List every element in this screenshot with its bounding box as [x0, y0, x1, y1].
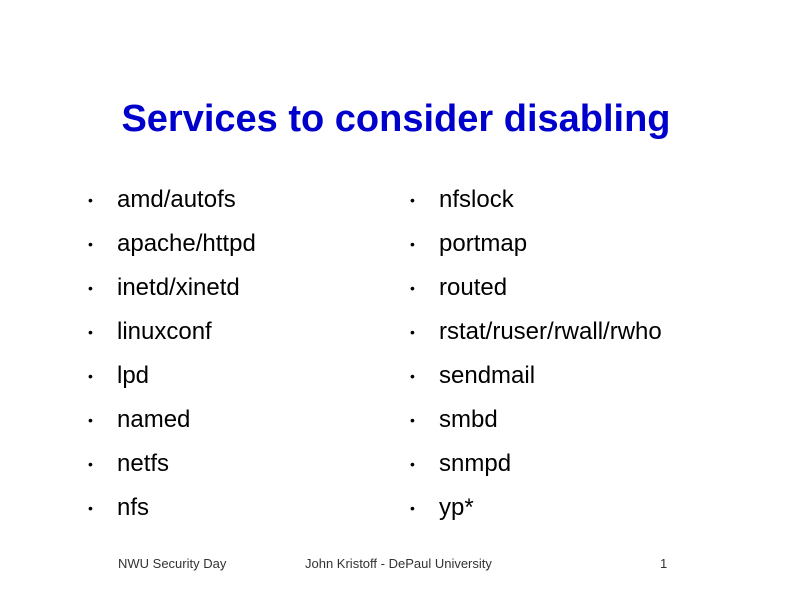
bullet-icon: • [410, 456, 415, 472]
bullet-icon: • [410, 192, 415, 208]
bullet-icon: • [88, 280, 93, 296]
bullet-icon: • [88, 412, 93, 428]
list-item: • apache/httpd [88, 222, 256, 266]
list-item: • amd/autofs [88, 178, 256, 222]
list-item: • nfs [88, 486, 256, 530]
slide-title: Services to consider disabling [121, 98, 671, 140]
bullet-icon: • [88, 236, 93, 252]
footer-page-number: 1 [660, 556, 668, 571]
bullet-icon: • [410, 280, 415, 296]
list-item: • nfslock [410, 178, 662, 222]
bullet-icon: • [88, 324, 93, 340]
footer-event-name: NWU Security Day [118, 556, 227, 571]
bullet-icon: • [410, 412, 415, 428]
list-item: • snmpd [410, 442, 662, 486]
bullet-icon: • [410, 236, 415, 252]
list-item: • portmap [410, 222, 662, 266]
bullet-icon: • [88, 368, 93, 384]
bullet-icon: • [88, 456, 93, 472]
footer-author: John Kristoff - DePaul University [305, 556, 492, 571]
bullet-icon: • [410, 368, 415, 384]
list-item: • smbd [410, 398, 662, 442]
list-item: • routed [410, 266, 662, 310]
bullet-icon: • [88, 500, 93, 516]
list-item: • named [88, 398, 256, 442]
bullet-icon: • [410, 324, 415, 340]
list-item: • rstat/ruser/rwall/rwho [410, 310, 662, 354]
left-bullet-list: • amd/autofs • apache/httpd • inetd/xinetd … [88, 178, 256, 530]
bullet-icon: • [410, 500, 415, 516]
right-bullet-list: • nfslock • portmap • routed • rstat/ruser/r… [410, 178, 662, 530]
list-item: • inetd/xinetd [88, 266, 256, 310]
list-item: • lpd [88, 354, 256, 398]
list-item: • netfs [88, 442, 256, 486]
bullet-icon: • [88, 192, 93, 208]
list-item: • linuxconf [88, 310, 256, 354]
list-item: • sendmail [410, 354, 662, 398]
list-item: • yp* [410, 486, 662, 530]
